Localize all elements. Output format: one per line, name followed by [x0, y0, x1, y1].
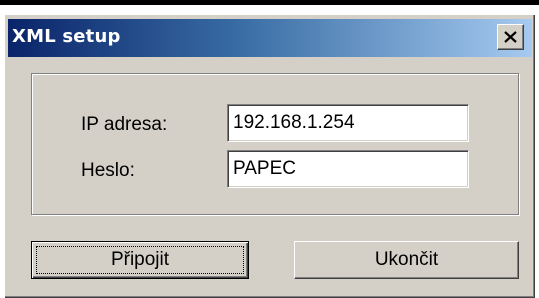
ip-address-label: IP adresa:: [81, 114, 168, 135]
quit-button[interactable]: Ukončit: [294, 241, 519, 279]
title-bar[interactable]: XML setup: [8, 19, 532, 57]
quit-button-label: Ukončit: [374, 249, 439, 270]
ip-address-field[interactable]: [227, 104, 469, 142]
password-field[interactable]: [227, 150, 469, 188]
dialog-title: XML setup: [12, 26, 121, 47]
connect-button[interactable]: Připojit: [31, 241, 249, 279]
top-border-rule: [0, 0, 539, 5]
xml-setup-dialog: XML setup IP adresa: Heslo: Připojit Uko…: [4, 14, 535, 298]
close-icon: [504, 31, 517, 43]
password-label: Heslo:: [81, 160, 135, 181]
connect-button-label: Připojit: [110, 249, 170, 270]
close-button[interactable]: [497, 24, 524, 50]
settings-group: [31, 73, 519, 215]
